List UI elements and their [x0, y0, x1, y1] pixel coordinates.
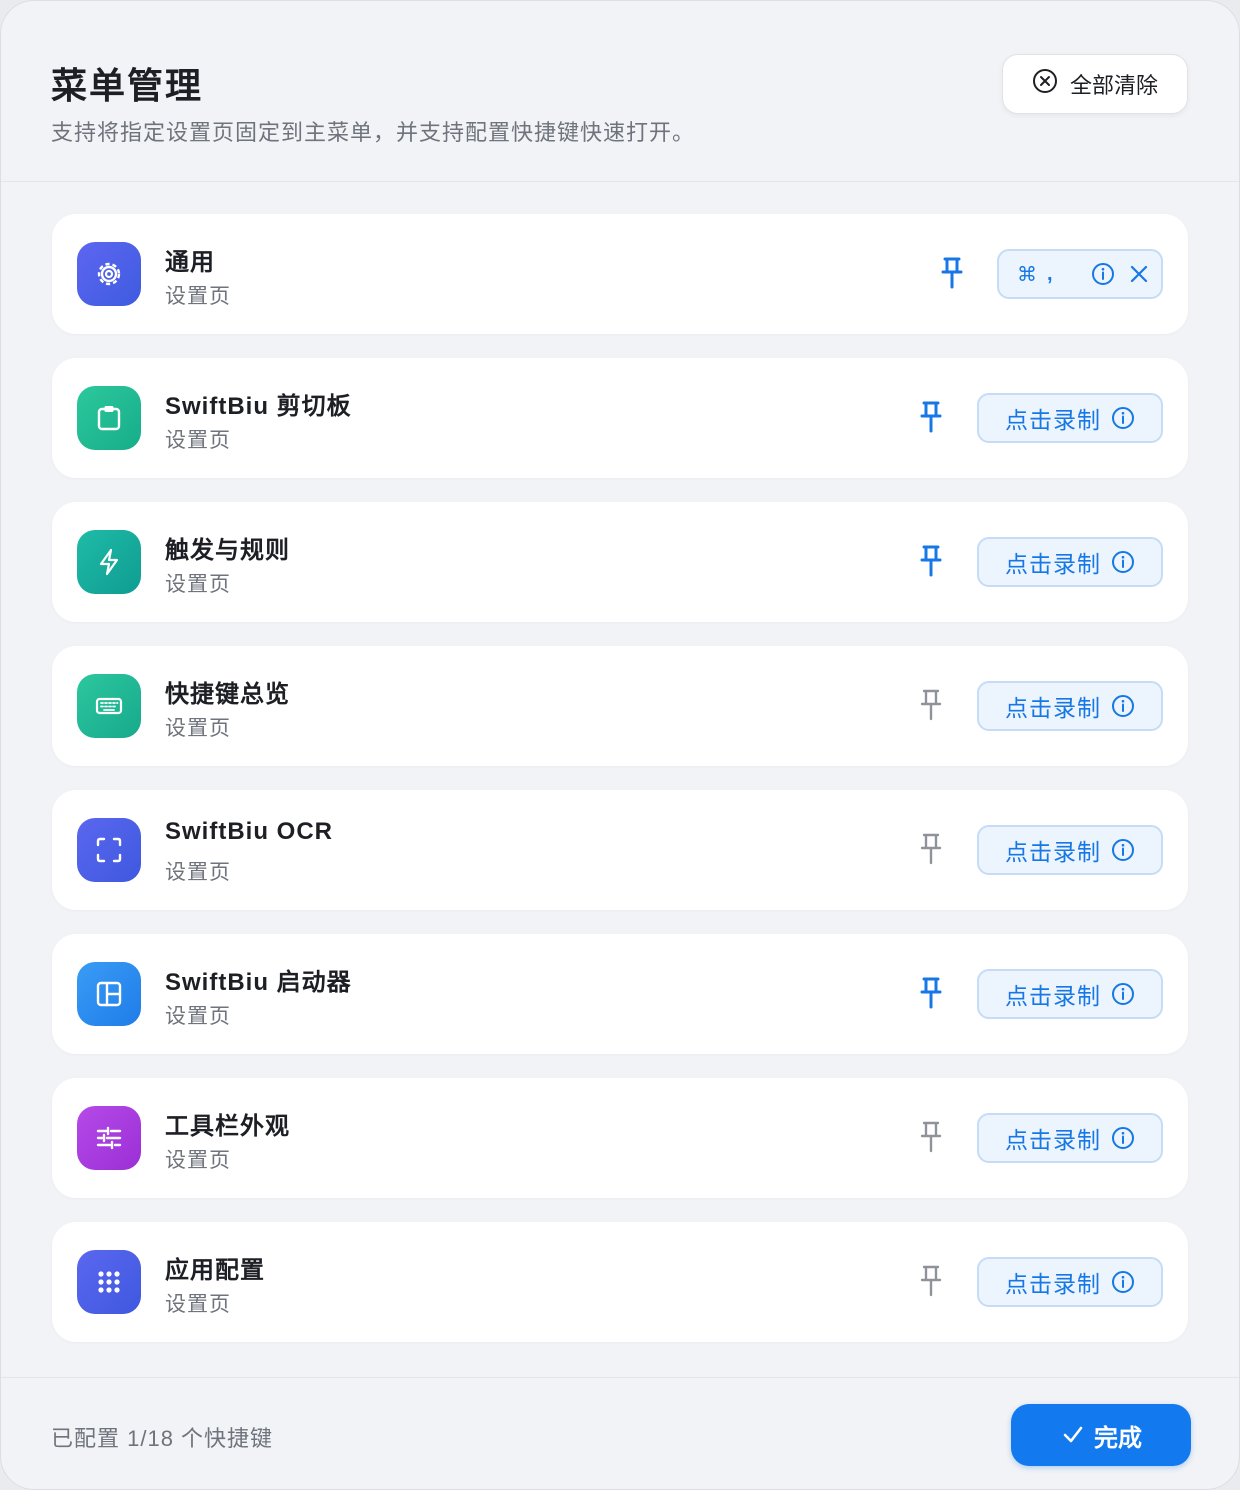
item-subtitle: 设置页 [165, 717, 231, 740]
list-item: 工具栏外观 设置页 点击录制 [52, 1078, 1188, 1198]
info-icon[interactable] [1111, 1270, 1135, 1294]
done-button[interactable]: 完成 [1011, 1404, 1191, 1466]
page-subtitle: 支持将指定设置页固定到主菜单，并支持配置快捷键快速打开。 [51, 120, 696, 145]
item-name: SwiftBiu 启动器 [165, 969, 352, 996]
record-label: 点击录制 [1005, 1271, 1101, 1297]
pin-icon[interactable] [916, 829, 946, 869]
info-icon[interactable] [1111, 982, 1135, 1006]
record-shortcut-button[interactable]: 点击录制 [977, 1257, 1163, 1307]
pin-icon[interactable] [916, 973, 946, 1013]
record-label: 点击录制 [1005, 983, 1101, 1009]
record-label: 点击录制 [1005, 839, 1101, 865]
clear-shortcut-icon[interactable] [1127, 262, 1151, 286]
info-icon[interactable] [1111, 550, 1135, 574]
clipboard-icon [77, 386, 141, 450]
info-icon[interactable] [1111, 1126, 1135, 1150]
shortcut-key-comma: , [1047, 262, 1053, 285]
record-label: 点击录制 [1005, 1127, 1101, 1153]
item-subtitle: 设置页 [165, 1005, 231, 1028]
bolt-icon [77, 530, 141, 594]
item-subtitle: 设置页 [165, 1149, 231, 1172]
list-item: SwiftBiu OCR 设置页 点击录制 [52, 790, 1188, 910]
menu-management-dialog: 菜单管理 支持将指定设置页固定到主菜单，并支持配置快捷键快速打开。 全部清除 通… [0, 0, 1240, 1490]
item-subtitle: 设置页 [165, 861, 231, 884]
item-subtitle: 设置页 [165, 1293, 231, 1316]
launcher-icon [77, 962, 141, 1026]
list-item: 通用 设置页 ⌘ , [52, 214, 1188, 334]
checkmark-icon [1060, 1422, 1086, 1448]
record-shortcut-button[interactable]: 点击录制 [977, 393, 1163, 443]
item-subtitle: 设置页 [165, 573, 231, 596]
list-item: 触发与规则 设置页 点击录制 [52, 502, 1188, 622]
grid-dots-icon [77, 1250, 141, 1314]
record-shortcut-button[interactable]: 点击录制 [977, 537, 1163, 587]
info-icon[interactable] [1111, 406, 1135, 430]
pin-icon[interactable] [937, 253, 967, 293]
dialog-footer: 已配置 1/18 个快捷键 完成 [1, 1377, 1239, 1489]
pin-icon[interactable] [916, 685, 946, 725]
item-name: SwiftBiu 剪切板 [165, 393, 352, 420]
pin-icon[interactable] [916, 397, 946, 437]
shortcut-key-command: ⌘ [1017, 263, 1037, 286]
sliders-icon [77, 1106, 141, 1170]
clear-all-label: 全部清除 [1069, 73, 1158, 98]
item-name: 快捷键总览 [165, 681, 290, 708]
info-icon[interactable] [1091, 262, 1115, 286]
record-shortcut-button[interactable]: 点击录制 [977, 681, 1163, 731]
record-label: 点击录制 [1005, 551, 1101, 577]
item-name: 应用配置 [165, 1257, 265, 1284]
info-icon[interactable] [1111, 838, 1135, 862]
pin-icon[interactable] [916, 541, 946, 581]
record-label: 点击录制 [1005, 407, 1101, 433]
gear-icon [77, 242, 141, 306]
list-item: 快捷键总览 设置页 点击录制 [52, 646, 1188, 766]
shortcut-display[interactable]: ⌘ , [997, 249, 1163, 299]
close-circle-icon [1032, 68, 1058, 100]
item-name: 通用 [165, 249, 215, 276]
list-item: SwiftBiu 剪切板 设置页 点击录制 [52, 358, 1188, 478]
page-title: 菜单管理 [51, 65, 204, 106]
item-name: 触发与规则 [165, 537, 290, 564]
clear-all-button[interactable]: 全部清除 [1002, 54, 1188, 114]
item-subtitle: 设置页 [165, 285, 231, 308]
list-item: SwiftBiu 启动器 设置页 点击录制 [52, 934, 1188, 1054]
record-shortcut-button[interactable]: 点击录制 [977, 1113, 1163, 1163]
item-name: 工具栏外观 [165, 1113, 290, 1140]
list-item: 应用配置 设置页 点击录制 [52, 1222, 1188, 1342]
keyboard-icon [77, 674, 141, 738]
shortcut-count-status: 已配置 1/18 个快捷键 [51, 1426, 274, 1451]
done-label: 完成 [1094, 1424, 1142, 1452]
record-shortcut-button[interactable]: 点击录制 [977, 969, 1163, 1019]
dialog-header: 菜单管理 支持将指定设置页固定到主菜单，并支持配置快捷键快速打开。 全部清除 [1, 1, 1239, 182]
record-shortcut-button[interactable]: 点击录制 [977, 825, 1163, 875]
pin-icon[interactable] [916, 1261, 946, 1301]
item-name: SwiftBiu OCR [165, 818, 333, 845]
item-subtitle: 设置页 [165, 429, 231, 452]
settings-page-list: 通用 设置页 ⌘ , SwiftBiu 剪切板 设置页 点击录制 触发与规则 设… [52, 214, 1188, 1366]
pin-icon[interactable] [916, 1117, 946, 1157]
info-icon[interactable] [1111, 694, 1135, 718]
scan-icon [77, 818, 141, 882]
record-label: 点击录制 [1005, 695, 1101, 721]
